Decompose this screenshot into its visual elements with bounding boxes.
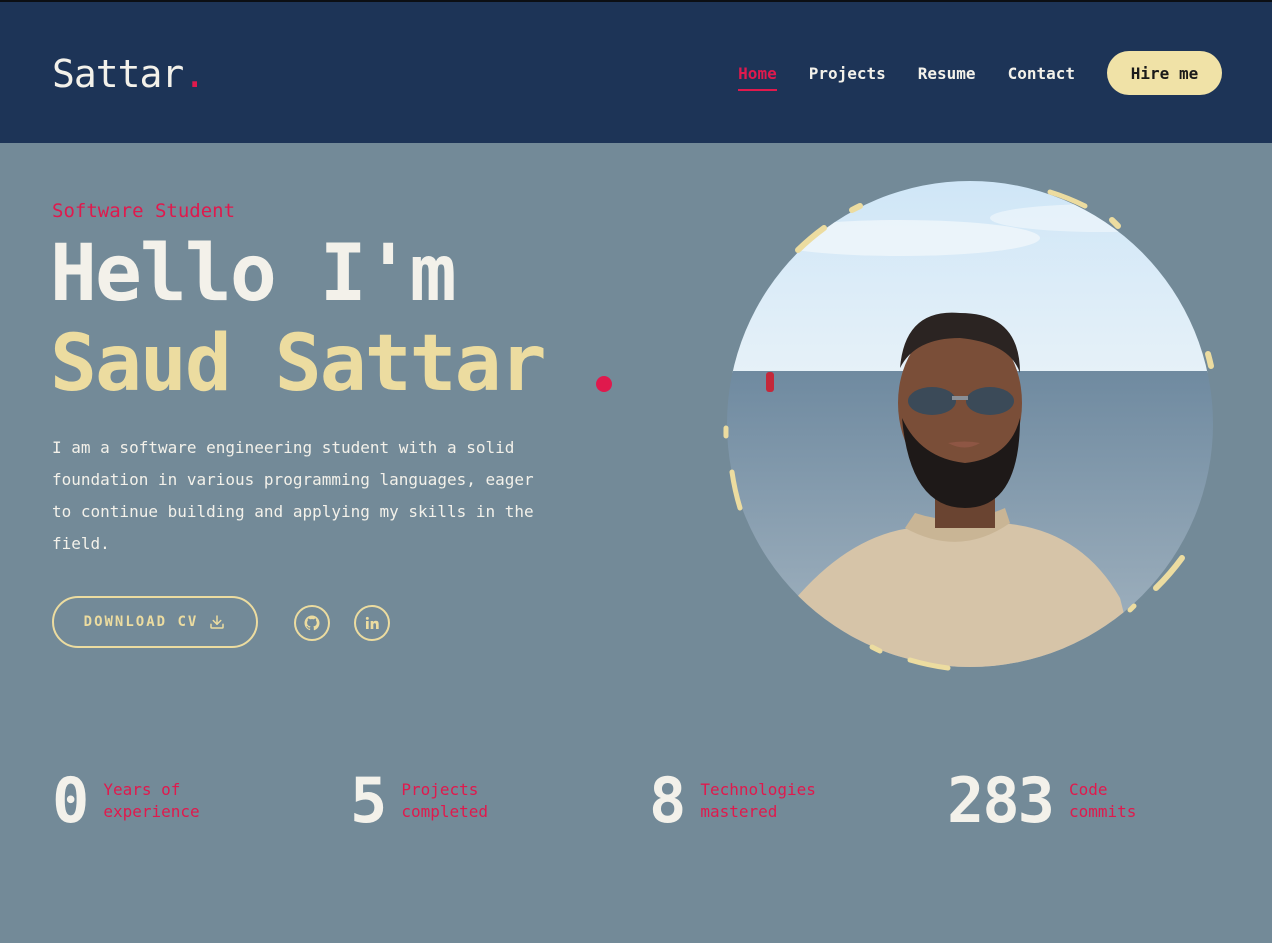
logo-dot: .: [183, 52, 206, 96]
hero-bio: I am a software engineering student with…: [52, 438, 534, 553]
download-cv-button[interactable]: DOWNLOAD CV: [52, 596, 258, 648]
hero-name: Saud Sattar: [50, 319, 547, 409]
profile-photo: [723, 181, 1214, 671]
profile-photo-frame: [720, 178, 1220, 678]
stat-label: Code commits: [1068, 780, 1137, 821]
nav-projects-link[interactable]: Projects: [809, 64, 886, 91]
download-icon: [210, 615, 225, 629]
stat-label: Projects completed: [401, 780, 489, 821]
github-icon: [304, 615, 320, 631]
role-label: Software Student: [52, 200, 236, 222]
site-header: Sattar. Home Projects Resume Contact Hir…: [0, 2, 1272, 143]
stat-label: Technologies mastered: [700, 780, 816, 821]
nav-contact-link[interactable]: Contact: [1008, 64, 1075, 91]
nav-resume-link[interactable]: Resume: [918, 64, 976, 91]
logo-text: Sattar: [52, 52, 184, 96]
nav-home-link[interactable]: Home: [738, 64, 777, 91]
logo[interactable]: Sattar.: [52, 52, 206, 96]
stat-value: 8: [649, 764, 686, 837]
stat-label: Years of experience: [103, 780, 200, 821]
download-cv-label: DOWNLOAD CV: [83, 614, 199, 630]
stat-value: 0: [52, 764, 89, 837]
stat-technologies: 8 Technologies mastered: [649, 770, 830, 832]
github-link[interactable]: [294, 605, 330, 641]
hero-greeting: Hello I'm: [50, 229, 457, 319]
stat-projects: 5 Projects completed: [350, 770, 501, 832]
stat-value: 5: [350, 764, 387, 837]
linkedin-link[interactable]: [354, 605, 390, 641]
stat-value: 283: [947, 764, 1055, 837]
stat-experience: 0 Years of experience: [52, 770, 213, 832]
main-nav: Home Projects Resume Contact Hire me: [706, 51, 1222, 95]
name-accent-dot: [596, 376, 612, 392]
hire-me-button[interactable]: Hire me: [1107, 51, 1222, 95]
linkedin-icon: [365, 616, 379, 629]
stat-commits: 283 Code commits: [947, 770, 1149, 832]
